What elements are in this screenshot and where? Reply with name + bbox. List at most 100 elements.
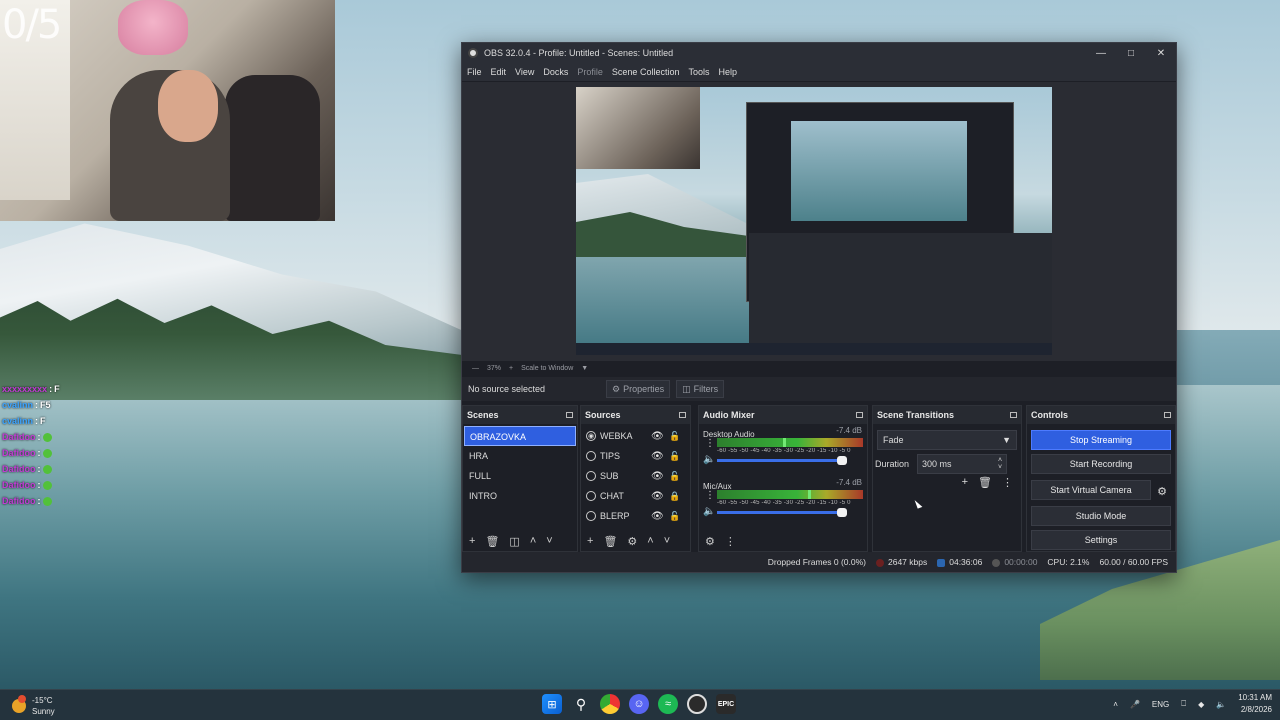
scene-filters-icon[interactable]: ◫ [509, 535, 519, 548]
menu-scene-collection[interactable]: Scene Collection [612, 67, 680, 77]
close-button[interactable]: ✕ [1146, 43, 1176, 63]
source-item-sub[interactable]: SUB 👁 🔓 [581, 466, 690, 486]
move-down-icon[interactable]: ˅ [546, 535, 552, 547]
weather-widget[interactable]: -15°C Sunny [12, 695, 55, 717]
remove-scene-icon[interactable]: 🗑 [485, 535, 499, 548]
preview-area[interactable] [462, 82, 1176, 361]
search-icon[interactable]: ⚲ [571, 694, 591, 714]
chat-message: Dafidoo : [2, 493, 122, 509]
move-down-icon[interactable]: ˅ [664, 535, 670, 547]
chat-overlay: xxxxxxxxx : Fcvalinn : F5 cvalinn : F Dafi… [2, 381, 122, 509]
scale-mode[interactable]: Scale to Window [521, 365, 573, 372]
advanced-audio-icon[interactable]: ⚙ [705, 535, 715, 548]
duration-input[interactable]: 300 ms ˄ ˅ [917, 454, 1008, 474]
transition-menu-icon[interactable]: ⋮ [1002, 476, 1013, 489]
menu-profile[interactable]: Profile [577, 67, 603, 77]
menu-file[interactable]: File [467, 67, 482, 77]
volume-slider[interactable] [717, 456, 847, 465]
volume-icon[interactable]: 🔈 [1216, 700, 1226, 709]
scene-item-intro[interactable]: INTRO [464, 486, 576, 506]
visibility-icon[interactable]: 👁 [651, 511, 664, 522]
properties-button[interactable]: ⚙ Properties [606, 380, 671, 398]
menu-edit[interactable]: Edit [491, 67, 507, 77]
lock-icon-locked[interactable]: 🔒 [669, 491, 680, 502]
menu-tools[interactable]: Tools [688, 67, 709, 77]
popout-icon[interactable] [1164, 412, 1171, 418]
speaker-icon[interactable]: 🔈 [703, 454, 715, 465]
scene-item-hra[interactable]: HRA [464, 446, 576, 466]
menu-view[interactable]: View [515, 67, 534, 77]
more-icon[interactable]: ⋮ [705, 490, 715, 501]
popout-icon[interactable] [566, 412, 573, 418]
add-transition-icon[interactable]: + [962, 476, 968, 489]
remove-transition-icon[interactable]: 🗑 [978, 476, 992, 489]
monitor-icon[interactable]: ⎕ [1181, 699, 1186, 709]
network-icon[interactable]: ◆ [1198, 700, 1204, 709]
chrome-icon[interactable] [600, 694, 620, 714]
source-item-chat[interactable]: CHAT 👁 🔒 [581, 486, 690, 506]
speaker-icon[interactable]: 🔈 [703, 506, 715, 517]
remove-source-icon[interactable]: 🗑 [603, 535, 617, 548]
source-item-webka[interactable]: ◉ WEBKA 👁 🔓 [581, 426, 690, 446]
obs-icon[interactable] [687, 694, 707, 714]
visibility-icon[interactable]: 👁 [651, 471, 664, 482]
preview-canvas[interactable] [576, 87, 1052, 355]
start-virtual-camera-button[interactable]: Start Virtual Camera [1031, 480, 1151, 500]
popout-icon[interactable] [856, 412, 863, 418]
add-source-icon[interactable]: + [587, 535, 593, 547]
mixer-menu-icon[interactable]: ⋮ [725, 535, 736, 548]
status-bar: Dropped Frames 0 (0.0%) 2647 kbps 04:36:… [462, 552, 1176, 572]
popout-icon[interactable] [1010, 412, 1017, 418]
obs-icon [468, 48, 478, 58]
source-settings-icon[interactable]: ⚙ [627, 535, 637, 548]
lock-icon[interactable]: 🔓 [669, 471, 680, 482]
more-icon[interactable]: ⋮ [705, 438, 715, 449]
source-item-tips[interactable]: TIPS 👁 🔓 [581, 446, 690, 466]
slider-knob[interactable] [837, 508, 847, 517]
preview-nested-obs [746, 102, 1052, 355]
start-recording-button[interactable]: Start Recording [1031, 454, 1171, 474]
source-item-blerp[interactable]: BLERP 👁 🔓 [581, 506, 690, 526]
clock[interactable]: 10:31 AM 2/8/2026 [1238, 692, 1272, 716]
maximize-button[interactable]: □ [1116, 43, 1146, 63]
microphone-icon[interactable]: 🎤 [1130, 700, 1140, 709]
zoom-out-button[interactable]: — [472, 365, 479, 372]
move-up-icon[interactable]: ˄ [530, 535, 536, 547]
lock-icon[interactable]: 🔓 [669, 451, 680, 462]
filters-button[interactable]: ◫ Filters [676, 380, 725, 398]
chat-text: F5 [40, 400, 51, 410]
settings-button[interactable]: Settings [1031, 530, 1171, 550]
slider-knob[interactable] [837, 456, 847, 465]
chat-username: Dafidoo [2, 432, 36, 442]
menu-docks[interactable]: Docks [543, 67, 568, 77]
globe-icon [586, 471, 596, 481]
volume-slider[interactable] [717, 508, 847, 517]
transition-select[interactable]: Fade ▼ [877, 430, 1017, 450]
lock-icon[interactable]: 🔓 [669, 431, 680, 442]
spotify-icon[interactable]: ≈ [658, 694, 678, 714]
windows-start-icon[interactable]: ⊞ [542, 694, 562, 714]
visibility-icon[interactable]: 👁 [651, 431, 664, 442]
discord-icon[interactable]: ☺ [629, 694, 649, 714]
scene-item-obrazovka[interactable]: OBRAZOVKA [464, 426, 576, 446]
minimize-button[interactable]: — [1086, 43, 1116, 63]
visibility-icon[interactable]: 👁 [651, 451, 664, 462]
spinner-icon[interactable]: ˄ ˅ [998, 457, 1002, 471]
scene-item-full[interactable]: FULL [464, 466, 576, 486]
emote-icon [42, 432, 52, 442]
gear-icon[interactable]: ⚙ [1153, 485, 1171, 498]
chevron-up-icon[interactable]: ˄ [1113, 700, 1118, 709]
studio-mode-button[interactable]: Studio Mode [1031, 506, 1171, 526]
stop-streaming-button[interactable]: Stop Streaming [1031, 430, 1171, 450]
scale-dropdown-icon[interactable]: ▼ [581, 365, 588, 372]
chat-username: Dafidoo [2, 464, 36, 474]
popout-icon[interactable] [679, 412, 686, 418]
epic-games-icon[interactable]: EPIC [716, 694, 736, 714]
menu-help[interactable]: Help [718, 67, 737, 77]
lock-icon[interactable]: 🔓 [669, 511, 680, 522]
add-scene-icon[interactable]: + [469, 535, 475, 547]
language-indicator[interactable]: ENG [1152, 700, 1169, 709]
zoom-in-button[interactable]: + [509, 365, 513, 372]
move-up-icon[interactable]: ˄ [647, 535, 653, 547]
visibility-icon[interactable]: 👁 [651, 491, 664, 502]
